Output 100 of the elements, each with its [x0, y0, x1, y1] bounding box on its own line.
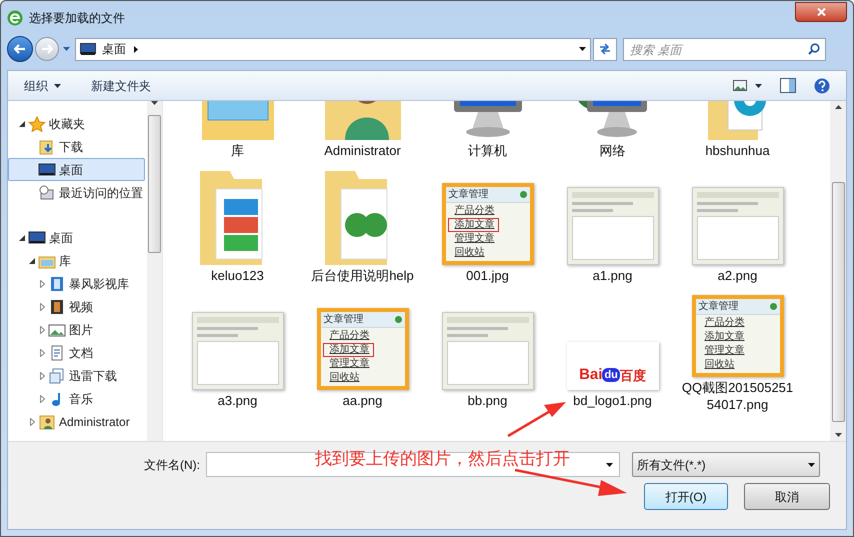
file-item[interactable]: 文章管理 产品分类 添加文章 管理文章 回收站 001.jpg	[425, 163, 550, 288]
picture-icon	[48, 322, 66, 338]
menu-entry: 添加文章	[322, 343, 374, 357]
sidebar-item[interactable]: 文档	[8, 341, 145, 364]
file-item[interactable]: a1.png	[550, 163, 675, 288]
scrollbar-thumb[interactable]	[148, 115, 161, 253]
preview-pane-button[interactable]	[780, 78, 796, 93]
sidebar-item-label: 图片	[69, 322, 93, 338]
sidebar-item[interactable]: 迅雷下载	[8, 364, 145, 387]
file-item[interactable]: 文章管理 产品分类 添加文章 管理文章 回收站 aa.png	[300, 288, 425, 413]
caret-icon	[755, 84, 762, 88]
caret-icon	[834, 433, 842, 437]
file-item[interactable]: 文章管理 产品分类 添加文章 管理文章 回收站 QQ截图20150525154017.png	[675, 288, 800, 413]
caret-icon	[54, 84, 61, 88]
menu-entry: 产品分类	[454, 204, 496, 218]
file-name: a1.png	[592, 267, 634, 284]
sidebar-item[interactable]: 下载	[8, 135, 145, 158]
file-item[interactable]: a2.png	[675, 163, 800, 288]
file-name: a3.png	[216, 392, 258, 409]
sidebar-item-label: 暴风影视库	[69, 276, 129, 292]
info-icon	[394, 316, 402, 323]
collapsed-triangle-icon[interactable]	[30, 418, 34, 426]
search-field[interactable]: 搜索 桌面	[623, 38, 826, 61]
back-button[interactable]	[7, 36, 33, 62]
collapsed-triangle-icon[interactable]	[40, 326, 44, 334]
sidebar-item[interactable]: 最近访问的位置	[8, 181, 145, 204]
sidebar-item[interactable]: 图片	[8, 318, 145, 341]
sidebar-item[interactable]: 暴风影视库	[8, 272, 145, 295]
file-item[interactable]: Administrator	[300, 101, 425, 163]
sidebar-item[interactable]: Administrator	[8, 410, 145, 433]
sidebar-item[interactable]: 音乐	[8, 387, 145, 410]
file-item[interactable]: 网络	[550, 101, 675, 163]
star-icon	[28, 116, 46, 132]
close-button[interactable]	[795, 2, 847, 22]
help-button[interactable]	[814, 78, 830, 94]
cancel-button[interactable]: 取消	[744, 483, 830, 510]
file-item[interactable]: 库	[175, 101, 300, 163]
caret-icon	[62, 47, 70, 51]
file-item[interactable]: bb.png	[425, 288, 550, 413]
file-type-dropdown[interactable]: 所有文件(*.*)	[632, 452, 820, 477]
monitor-icon	[80, 42, 96, 56]
sidebar-item-label: 下载	[59, 138, 83, 156]
file-name: a2.png	[716, 267, 758, 284]
collapsed-triangle-icon[interactable]	[40, 394, 44, 402]
picture-icon	[733, 80, 747, 91]
scroll-up-icon[interactable]	[834, 105, 842, 109]
file-name: 计算机	[467, 142, 508, 159]
scrollbar[interactable]	[830, 101, 846, 441]
file-name: 后台使用说明help	[310, 267, 415, 284]
logo-text: 百度	[620, 369, 646, 382]
refresh-arrows-icon	[598, 43, 612, 55]
sidebar-item[interactable]: 库	[8, 249, 145, 272]
file-item[interactable]: Bai du 百度 bd_logo1.png	[550, 288, 675, 413]
file-name: 库	[230, 142, 245, 159]
close-icon	[816, 8, 826, 16]
file-item[interactable]: 计算机	[425, 101, 550, 163]
file-name: bd_logo1.png	[572, 392, 653, 409]
caret-icon	[808, 462, 815, 466]
address-bar[interactable]: 桌面	[75, 38, 591, 60]
menu-entry: 添加文章	[448, 218, 498, 232]
user-folder-icon	[38, 414, 56, 430]
sidebar-item[interactable]: 收藏夹	[8, 112, 145, 135]
file-item[interactable]: a3.png	[175, 288, 300, 413]
sidebar-item[interactable]: 桌面	[8, 226, 145, 249]
scrollbar[interactable]	[147, 101, 162, 441]
sidebar-item[interactable]: 视频	[8, 295, 145, 318]
refresh-button[interactable]	[593, 38, 617, 60]
caret-icon	[578, 47, 586, 51]
file-name: Administrator	[323, 142, 402, 159]
right-arrow-icon	[41, 44, 53, 54]
new-folder-button[interactable]: 新建文件夹	[91, 76, 151, 94]
file-item[interactable]: 后台使用说明help	[300, 163, 425, 288]
organize-menu-button[interactable]: 组织	[24, 76, 61, 94]
collapsed-triangle-icon[interactable]	[40, 372, 44, 380]
view-options-button[interactable]	[733, 80, 762, 91]
expanded-triangle-icon[interactable]	[19, 234, 25, 240]
filename-field[interactable]	[206, 452, 620, 477]
expanded-triangle-icon[interactable]	[29, 258, 35, 264]
file-name: 网络	[598, 142, 626, 159]
film-icon	[48, 298, 66, 314]
file-item[interactable]: hbshunhua	[675, 101, 800, 163]
scrollbar-thumb[interactable]	[832, 182, 844, 422]
file-item[interactable]: keluo123	[175, 163, 300, 288]
clock-computer-icon	[38, 184, 56, 200]
expanded-triangle-icon[interactable]	[19, 120, 25, 126]
menu-title: 文章管理	[698, 300, 738, 314]
left-arrow-icon	[14, 44, 26, 54]
sidebar-item-label: Administrator	[59, 414, 130, 430]
breadcrumb-item[interactable]: 桌面	[102, 40, 126, 58]
sidebar-item-label: 收藏夹	[49, 116, 85, 132]
paw-logo-icon: du	[602, 368, 620, 382]
collapsed-triangle-icon[interactable]	[40, 348, 44, 356]
sidebar-item[interactable]: 桌面	[8, 158, 145, 181]
file-name: aa.png	[342, 392, 384, 409]
sidebar-item-label: 桌面	[49, 230, 73, 246]
chevron-right-icon[interactable]	[134, 46, 138, 52]
collapsed-triangle-icon[interactable]	[40, 280, 44, 288]
collapsed-triangle-icon[interactable]	[40, 302, 44, 310]
menu-entry: 添加文章	[704, 330, 746, 344]
open-button[interactable]: 打开(O)	[644, 483, 728, 510]
